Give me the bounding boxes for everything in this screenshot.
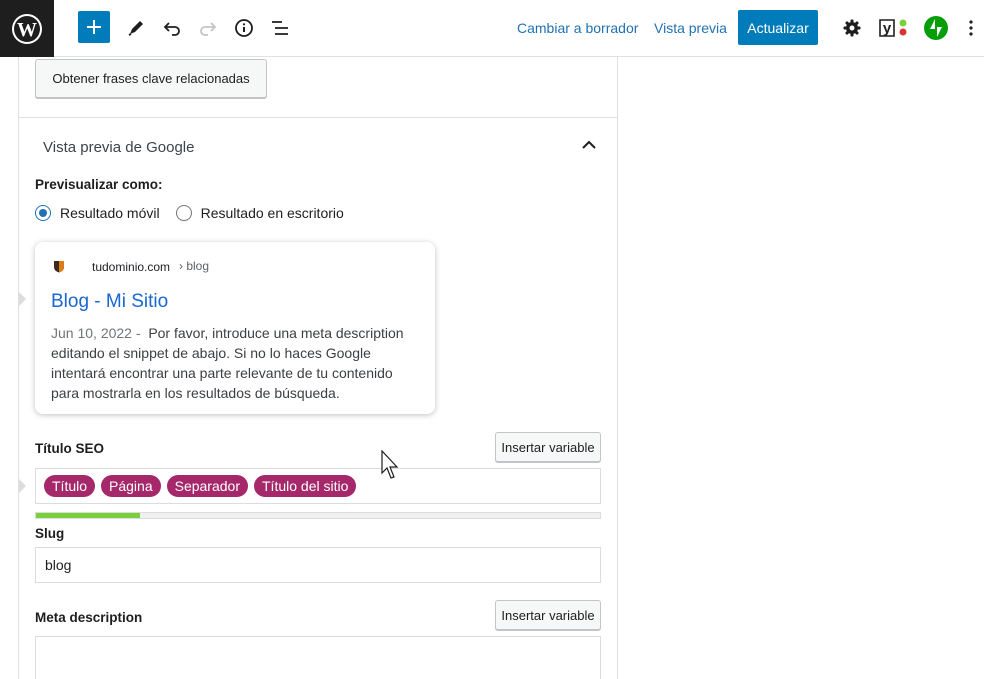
seo-title-chip[interactable]: Página [101, 475, 161, 497]
chevron-up-icon[interactable] [582, 140, 596, 150]
update-button[interactable]: Actualizar [738, 10, 818, 45]
seo-title-chips: Título Página Separador Título del sitio [44, 475, 362, 497]
snippet-title[interactable]: Blog - Mi Sitio [51, 291, 168, 313]
tools-button[interactable] [120, 12, 152, 44]
redo-button[interactable] [192, 12, 224, 44]
section-divider [18, 117, 618, 118]
slug-value: blog [45, 557, 72, 573]
list-view-icon [272, 21, 288, 35]
site-favicon-icon [54, 261, 64, 273]
wordpress-icon: W [12, 13, 42, 44]
mobile-result-radio[interactable] [35, 205, 51, 221]
svg-text:y: y [883, 20, 892, 37]
undo-icon [163, 22, 180, 36]
desktop-result-radio[interactable] [175, 205, 192, 221]
plus-icon [87, 20, 101, 34]
seo-title-input[interactable]: Título Página Separador Título del sitio [35, 468, 601, 504]
google-preview-section-title[interactable]: Vista previa de Google [43, 139, 195, 156]
meta-description-input[interactable] [35, 636, 601, 679]
svg-text:W: W [17, 19, 37, 41]
details-button[interactable] [228, 12, 260, 44]
undo-button[interactable] [156, 12, 188, 44]
preview-mode-radio-group: Resultado móvil Resultado en escritorio [35, 205, 344, 221]
redo-icon [200, 22, 217, 36]
info-icon [235, 19, 253, 37]
panel-left-arrow [19, 292, 26, 306]
snippet-description-block[interactable]: Jun 10, 2022 - Por favor, introduce una … [51, 323, 421, 403]
seo-title-label: Título SEO [35, 441, 104, 456]
meta-description-insert-variable-button[interactable]: Insertar variable [495, 600, 601, 630]
mouse-cursor-icon [381, 450, 399, 479]
seo-title-insert-variable-button[interactable]: Insertar variable [495, 432, 601, 462]
slug-label: Slug [35, 526, 65, 541]
yoast-icon: y [879, 19, 907, 37]
seo-title-chip[interactable]: Título del sitio [254, 475, 357, 497]
meta-description-label: Meta description [35, 610, 143, 625]
editor-top-bar: W Cambiar a borrador Vista previa Actual… [0, 0, 984, 57]
switch-to-draft-link[interactable]: Cambiar a borrador [517, 20, 638, 36]
snippet-date-separator: - [131, 325, 145, 341]
list-view-button[interactable] [264, 12, 296, 44]
jetpack-button[interactable] [920, 12, 952, 44]
slug-input[interactable]: blog [35, 547, 601, 583]
panel-left-arrow-2 [19, 479, 26, 493]
desktop-result-label[interactable]: Resultado en escritorio [201, 205, 344, 221]
yoast-seo-button[interactable]: y [877, 12, 909, 44]
snippet-domain: tudominio.com [92, 260, 171, 274]
preview-as-label: Previsualizar como: [35, 177, 163, 192]
snippet-date: Jun 10, 2022 [51, 325, 132, 341]
preview-link[interactable]: Vista previa [654, 20, 727, 36]
gear-icon [843, 19, 861, 37]
wordpress-logo-button[interactable]: W [0, 0, 54, 57]
seo-title-chip[interactable]: Título [44, 475, 96, 497]
mobile-result-label[interactable]: Resultado móvil [60, 205, 160, 221]
seo-title-length-progress [35, 512, 601, 519]
add-block-button[interactable] [78, 11, 110, 43]
snippet-breadcrumb: › blog [179, 259, 210, 273]
seo-title-progress-fill [36, 513, 141, 518]
settings-button[interactable] [836, 12, 868, 44]
options-menu-button[interactable] [956, 12, 984, 44]
jetpack-icon [924, 16, 948, 40]
seo-title-chip[interactable]: Separador [166, 475, 248, 497]
more-vertical-icon [969, 20, 973, 36]
related-keyphrases-button[interactable]: Obtener frases clave relacionadas [35, 59, 267, 98]
google-snippet-preview[interactable]: tudominio.com › blog Blog - Mi Sitio Jun… [35, 242, 435, 414]
pencil-icon [128, 21, 143, 36]
